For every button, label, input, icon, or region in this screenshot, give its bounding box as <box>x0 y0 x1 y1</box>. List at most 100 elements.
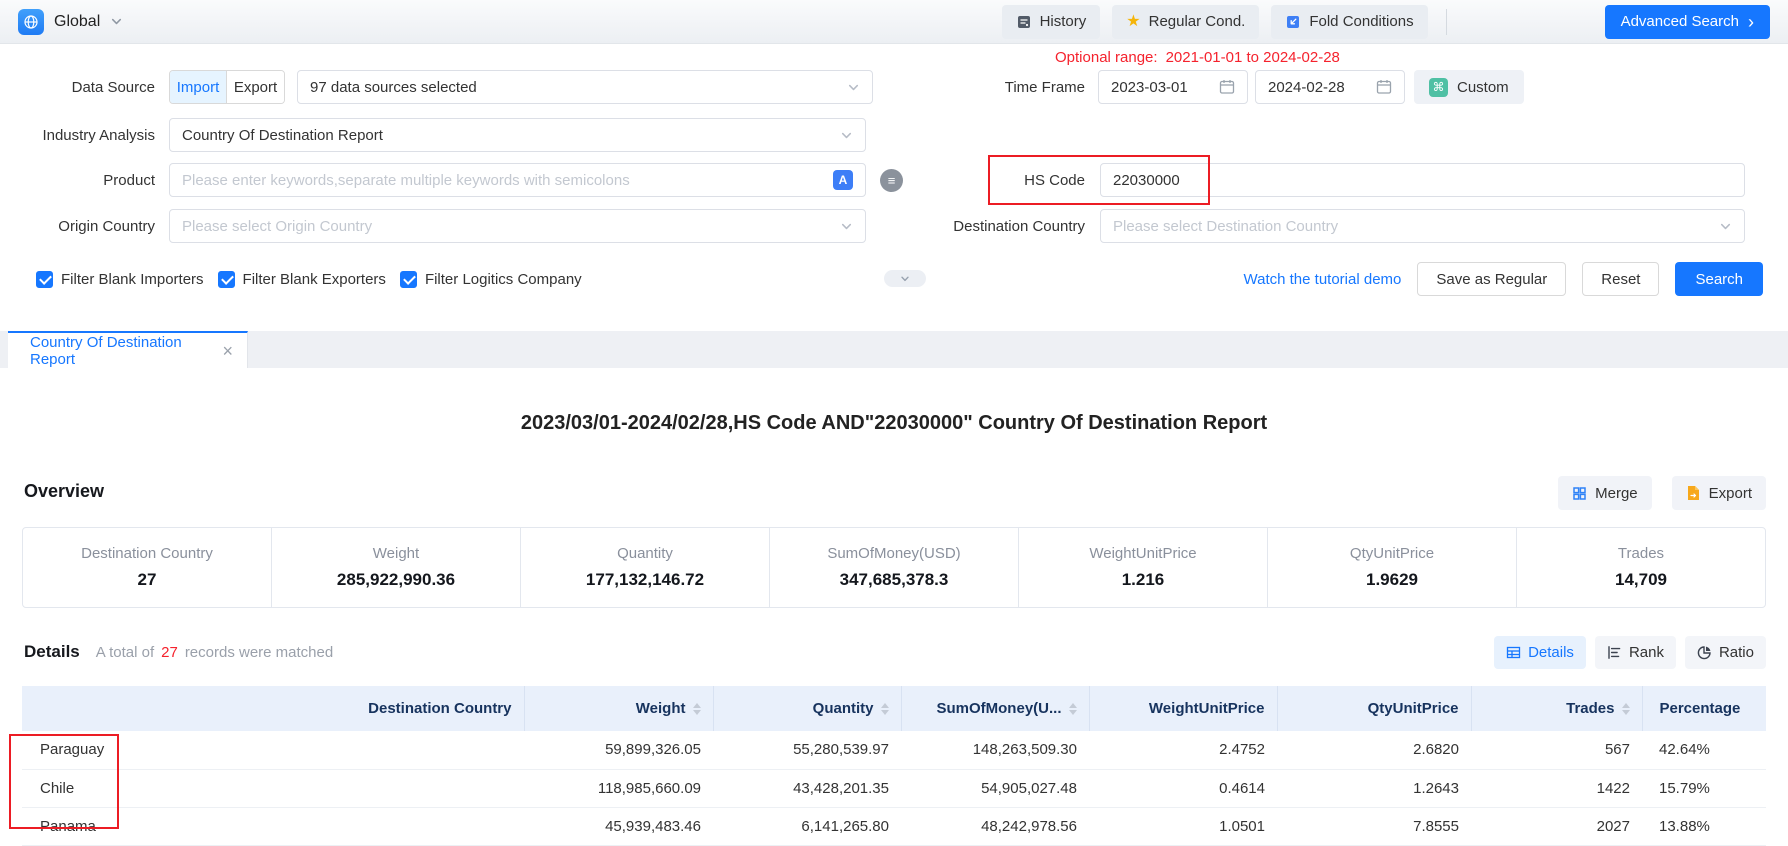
merge-button[interactable]: Merge <box>1558 476 1652 510</box>
industry-analysis-select[interactable]: Country Of Destination Report <box>169 118 866 152</box>
overview-stat: Destination Country 27 <box>23 528 272 607</box>
filter-panel: Optional range:2021-01-01 to 2024-02-28 … <box>0 44 1788 331</box>
destination-country-placeholder: Please select Destination Country <box>1113 218 1338 235</box>
matched-count: 27 <box>161 644 178 661</box>
overview-stat: Weight 285,922,990.36 <box>272 528 521 607</box>
stat-label: Weight <box>373 545 419 562</box>
history-icon <box>1016 14 1032 30</box>
table-column-header[interactable]: Weight <box>524 686 713 731</box>
stat-value: 177,132,146.72 <box>586 570 704 590</box>
table-column-header[interactable]: QtyUnitPrice <box>1277 686 1471 731</box>
product-placeholder: Please enter keywords,separate multiple … <box>182 172 630 189</box>
tab-country-of-destination-report[interactable]: Country Of Destination Report × <box>8 331 248 368</box>
language-icon[interactable]: ≡ <box>880 169 903 192</box>
custom-range-button[interactable]: ⌘ Custom <box>1414 70 1524 104</box>
chevron-down-icon <box>840 220 853 233</box>
stat-value: 1.216 <box>1122 570 1165 590</box>
export-option[interactable]: Export <box>227 71 284 103</box>
data-source-toggle: Import Export <box>169 70 285 104</box>
overview-heading: Overview <box>24 481 104 502</box>
cell-sum-of-money: 54,905,027.48 <box>901 769 1089 807</box>
save-as-regular-button[interactable]: Save as Regular <box>1417 262 1566 296</box>
time-frame-label: Time Frame <box>935 79 1085 96</box>
overview-stat: SumOfMoney(USD) 347,685,378.3 <box>770 528 1019 607</box>
destination-country-select[interactable]: Please select Destination Country <box>1100 209 1745 243</box>
filter-checkbox[interactable]: Filter Logitics Company <box>400 271 582 288</box>
tab-label: Country Of Destination Report <box>30 334 222 368</box>
search-button[interactable]: Search <box>1675 262 1763 296</box>
view-details-button[interactable]: Details <box>1494 636 1586 669</box>
column-label: Trades <box>1566 700 1614 717</box>
chevron-down-icon <box>110 15 123 28</box>
sort-icon[interactable] <box>881 703 889 715</box>
view-switcher: Details Rank Ratio <box>1494 636 1766 669</box>
checkbox-icon[interactable] <box>218 271 235 288</box>
sort-icon[interactable] <box>1069 703 1077 715</box>
fold-icon <box>1285 14 1301 30</box>
advanced-search-button[interactable]: Advanced Search › <box>1605 5 1770 39</box>
overview-stats-card: Destination Country 27 Weight 285,922,99… <box>22 527 1766 608</box>
origin-country-select[interactable]: Please select Origin Country <box>169 209 866 243</box>
hs-code-input[interactable]: 22030000 <box>1100 163 1745 197</box>
table-row[interactable]: Panama 45,939,483.46 6,141,265.80 48,242… <box>22 807 1766 845</box>
overview-stat: QtyUnitPrice 1.9629 <box>1268 528 1517 607</box>
sort-icon[interactable] <box>693 703 701 715</box>
translate-icon[interactable]: A <box>833 170 853 190</box>
export-button[interactable]: Export <box>1672 476 1766 510</box>
import-option[interactable]: Import <box>170 71 227 103</box>
table-column-header[interactable]: Percentage <box>1642 686 1766 731</box>
region-label: Global <box>54 13 100 31</box>
table-row[interactable]: Paraguay 59,899,326.05 55,280,539.97 148… <box>22 731 1766 769</box>
destination-country-label: Destination Country <box>935 218 1085 235</box>
collapse-conditions-button[interactable] <box>884 270 926 287</box>
overview-stat: Quantity 177,132,146.72 <box>521 528 770 607</box>
data-sources-select[interactable]: 97 data sources selected <box>297 70 873 104</box>
cell-percentage: 15.79% <box>1642 769 1766 807</box>
view-ratio-button[interactable]: Ratio <box>1685 636 1766 669</box>
stat-value: 285,922,990.36 <box>337 570 455 590</box>
cell-quantity: 43,428,201.35 <box>713 769 901 807</box>
data-sources-value: 97 data sources selected <box>310 79 477 96</box>
cell-trades: 567 <box>1471 731 1642 769</box>
sort-icon[interactable] <box>1622 703 1630 715</box>
top-bar: Global History ★ Regular Cond. Fold Cond… <box>0 0 1788 44</box>
details-heading: Details <box>24 642 80 662</box>
close-icon[interactable]: × <box>222 342 233 360</box>
table-row[interactable]: Chile 118,985,660.09 43,428,201.35 54,90… <box>22 769 1766 807</box>
table-column-header[interactable]: WeightUnitPrice <box>1089 686 1277 731</box>
date-start-value: 2023-03-01 <box>1111 79 1188 96</box>
column-label: Quantity <box>813 700 874 717</box>
column-label: SumOfMoney(U... <box>936 700 1061 717</box>
date-start-input[interactable]: 2023-03-01 <box>1098 70 1248 104</box>
reset-button[interactable]: Reset <box>1582 262 1659 296</box>
stat-value: 347,685,378.3 <box>840 570 949 590</box>
regular-cond-button[interactable]: ★ Regular Cond. <box>1112 5 1259 39</box>
rank-icon <box>1607 645 1622 660</box>
cell-weight-unit-price: 1.0501 <box>1089 807 1277 845</box>
filter-checkbox[interactable]: Filter Blank Exporters <box>218 271 386 288</box>
column-label: Destination Country <box>368 700 511 717</box>
cell-qty-unit-price: 7.8555 <box>1277 807 1471 845</box>
table-column-header[interactable]: Quantity <box>713 686 901 731</box>
date-end-input[interactable]: 2024-02-28 <box>1255 70 1405 104</box>
table-column-header[interactable]: Trades <box>1471 686 1642 731</box>
cell-qty-unit-price: 2.6820 <box>1277 731 1471 769</box>
product-input[interactable]: Please enter keywords,separate multiple … <box>169 163 866 197</box>
history-button[interactable]: History <box>1002 5 1101 39</box>
column-label: WeightUnitPrice <box>1149 700 1265 717</box>
checkbox-icon[interactable] <box>36 271 53 288</box>
checkbox-icon[interactable] <box>400 271 417 288</box>
view-ratio-label: Ratio <box>1719 644 1754 661</box>
calendar-icon <box>1219 79 1235 95</box>
table-column-header[interactable]: Destination Country <box>22 686 524 731</box>
fold-conditions-button[interactable]: Fold Conditions <box>1271 5 1427 39</box>
pie-chart-icon <box>1697 645 1712 660</box>
table-column-header[interactable]: SumOfMoney(U... <box>901 686 1089 731</box>
industry-analysis-label: Industry Analysis <box>0 127 155 144</box>
stat-label: Destination Country <box>81 545 213 562</box>
view-rank-button[interactable]: Rank <box>1595 636 1676 669</box>
filter-checkbox[interactable]: Filter Blank Importers <box>36 271 204 288</box>
tutorial-demo-link[interactable]: Watch the tutorial demo <box>1244 271 1402 288</box>
region-selector[interactable]: Global <box>18 9 123 35</box>
cell-sum-of-money: 148,263,509.30 <box>901 731 1089 769</box>
